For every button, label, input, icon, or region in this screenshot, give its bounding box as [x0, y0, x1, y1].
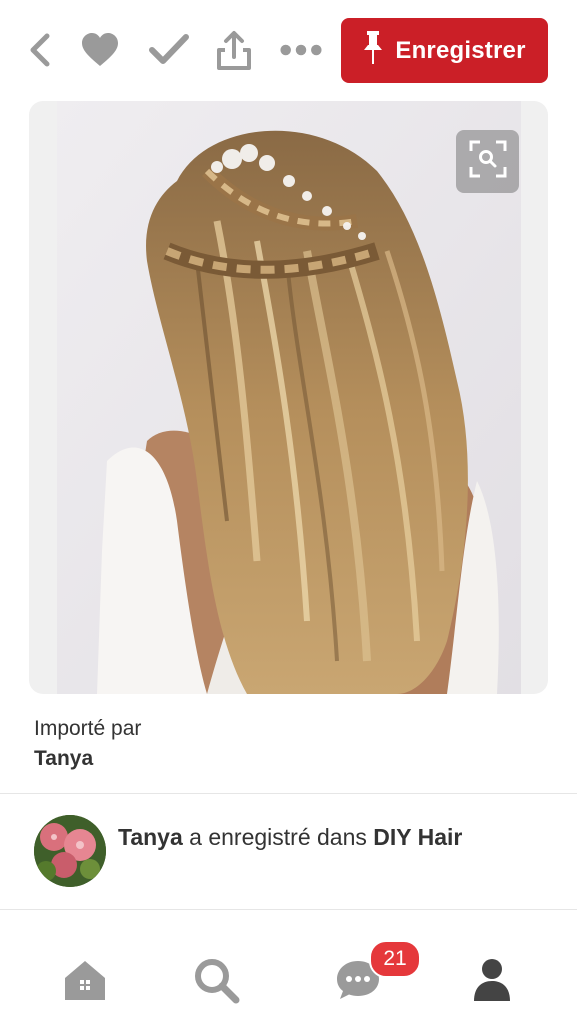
imported-by-name[interactable]: Tanya: [34, 744, 141, 774]
imported-by: Importé par Tanya: [34, 714, 141, 774]
more-icon[interactable]: [279, 28, 323, 72]
top-toolbar: Enregistrer: [0, 0, 577, 100]
visual-search-icon: [469, 140, 507, 183]
board-name[interactable]: DIY Hair: [373, 824, 462, 850]
imported-by-caption: Importé par: [34, 717, 142, 740]
saved-to-board-row[interactable]: Tanya a enregistré dans DIY Hair: [34, 815, 554, 889]
pin-image[interactable]: [57, 101, 521, 694]
divider: [0, 909, 577, 910]
search-icon[interactable]: [186, 950, 246, 1010]
divider: [0, 793, 577, 794]
profile-icon[interactable]: [462, 950, 522, 1010]
check-icon[interactable]: [147, 28, 191, 72]
messages-badge: 21: [369, 940, 421, 978]
pin-icon: [363, 30, 383, 71]
back-icon[interactable]: [18, 28, 62, 72]
avatar[interactable]: [34, 815, 106, 887]
pin-card[interactable]: [29, 101, 548, 694]
heart-icon[interactable]: [78, 28, 122, 72]
save-button[interactable]: Enregistrer: [341, 18, 548, 83]
bottom-nav: [0, 930, 577, 1024]
saved-action-text: a enregistré dans: [189, 824, 367, 850]
visual-search-button[interactable]: [456, 130, 519, 193]
saver-name[interactable]: Tanya: [118, 824, 183, 850]
saved-to-text: Tanya a enregistré dans DIY Hair: [118, 823, 538, 852]
share-icon[interactable]: [212, 28, 256, 72]
home-icon[interactable]: [55, 950, 115, 1010]
save-button-label: Enregistrer: [395, 36, 526, 64]
